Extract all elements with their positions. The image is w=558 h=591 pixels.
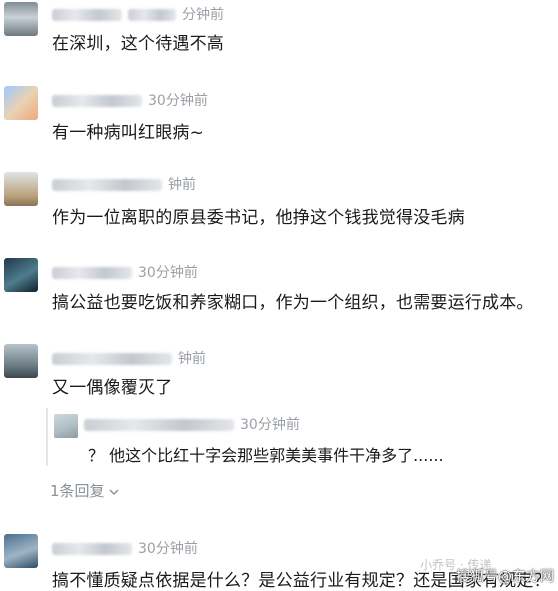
comment-meta: 钟前 [52, 348, 206, 367]
comment-text: 在深圳，这个待遇不高 [52, 34, 224, 54]
comment-text: 又一偶像覆灭了 [52, 378, 173, 398]
avatar[interactable] [4, 534, 38, 568]
more-replies-link[interactable]: 1条回复 [50, 480, 119, 501]
comment-time: 30分钟前 [148, 93, 208, 109]
username-blurred[interactable] [52, 543, 132, 555]
comment-text: 有一种病叫红眼病~ [52, 123, 205, 143]
comment-meta: 钟前 [52, 174, 196, 193]
username-blurred[interactable] [52, 353, 172, 365]
comment-meta: 30分钟前 [52, 538, 198, 557]
avatar[interactable] [4, 258, 38, 292]
comment-time: 分钟前 [182, 7, 224, 23]
comment-text: 作为一位离职的原县委书记，他挣这个钱我觉得没毛病 [52, 208, 465, 228]
reply-time: 30分钟前 [240, 417, 300, 433]
username-blurred[interactable] [52, 267, 132, 279]
comment-meta: 30分钟前 [52, 90, 208, 109]
blur [128, 9, 176, 21]
reply-box: 30分钟前 ？ 他这个比红十字会那些郭美美事件干净多了...... [46, 408, 548, 466]
comment-item: 30分钟前 搞公益也要吃饭和养家糊口，作为一个组织，也需要运行成本。 [0, 254, 558, 314]
reply-avatar[interactable] [54, 414, 78, 438]
username-blurred[interactable] [52, 179, 162, 191]
comment-meta: 分钟前 [52, 4, 224, 23]
watermark: 搜狐号@东方网 [456, 569, 554, 585]
comment-time: 30分钟前 [138, 265, 198, 281]
reply-text: ？ 他这个比红十字会那些郭美美事件干净多了...... [88, 446, 444, 465]
comment-meta: 30分钟前 [52, 262, 198, 281]
username-blurred[interactable] [52, 9, 122, 21]
avatar[interactable] [4, 2, 38, 36]
comment-text: 搞公益也要吃饭和养家糊口，作为一个组织，也需要运行成本。 [52, 293, 534, 313]
reply-username-blurred[interactable] [84, 419, 234, 431]
avatar[interactable] [4, 344, 38, 378]
comment-item: 分钟前 在深圳，这个待遇不高 [0, 0, 558, 60]
comment-item: 30分钟前 有一种病叫红眼病~ [0, 84, 558, 144]
comment-time: 钟前 [178, 351, 206, 367]
reply-meta: 30分钟前 [84, 414, 300, 433]
comment-item: 钟前 又一偶像覆灭了 [0, 338, 558, 398]
comment-time: 30分钟前 [138, 541, 198, 557]
comment-item: 钟前 作为一位离职的原县委书记，他挣这个钱我觉得没毛病 [0, 168, 558, 228]
avatar[interactable] [4, 86, 38, 120]
username-blurred[interactable] [52, 95, 142, 107]
avatar[interactable] [4, 172, 38, 206]
comment-time: 钟前 [168, 177, 196, 193]
more-replies-label: 1条回复 [50, 482, 105, 500]
chevron-down-icon [109, 482, 119, 500]
